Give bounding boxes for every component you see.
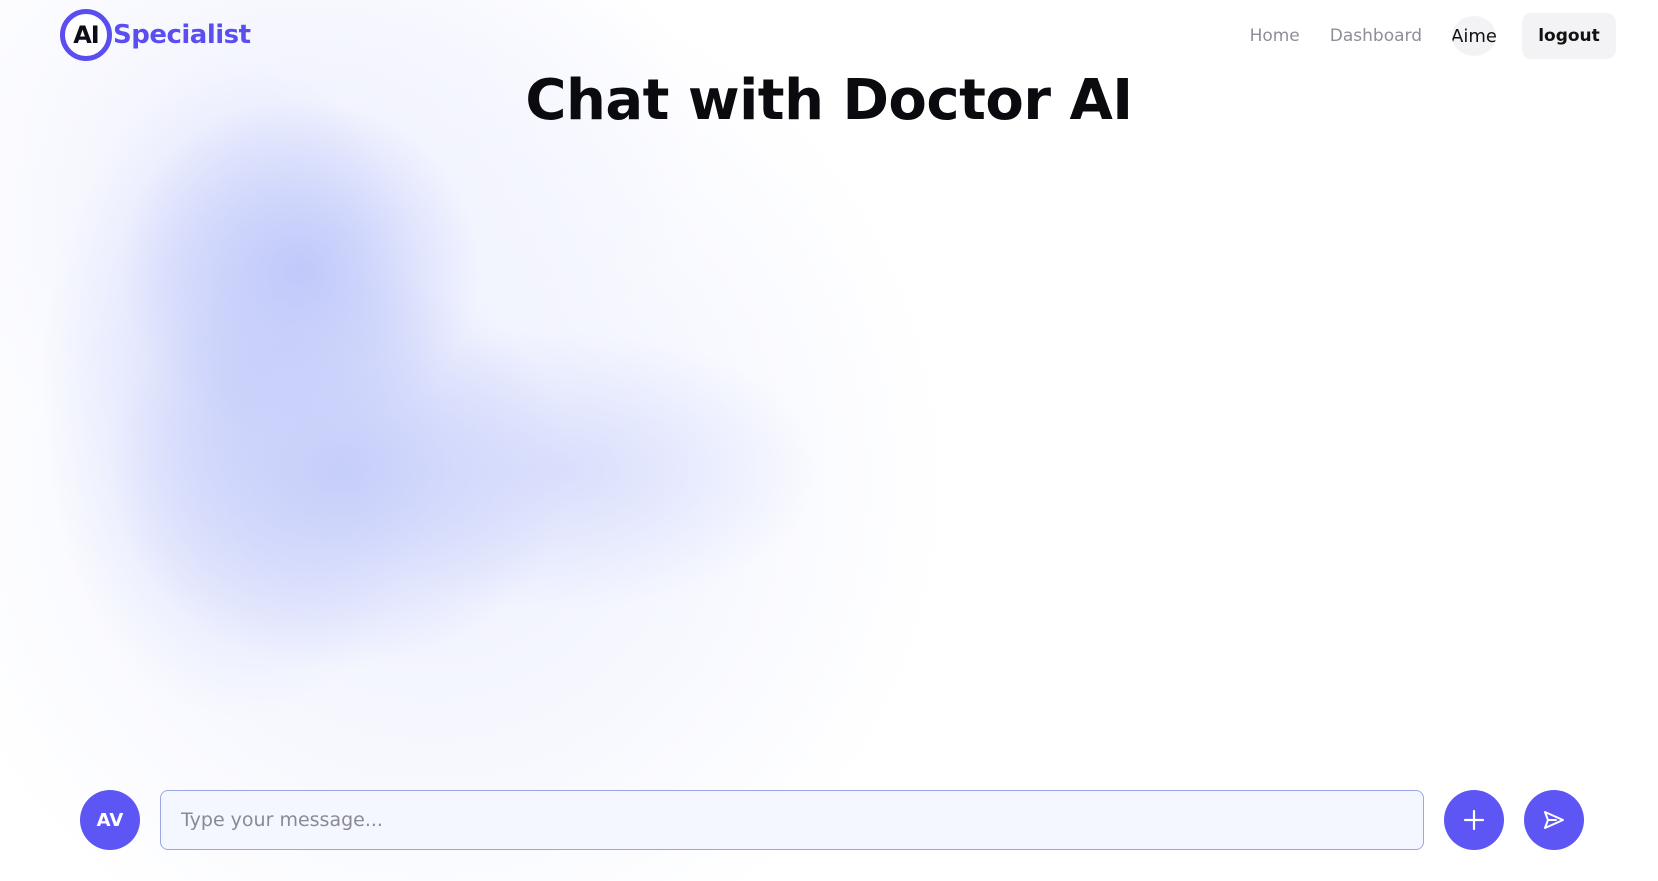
add-attachment-button[interactable] bbox=[1444, 790, 1504, 850]
logout-button[interactable]: logout bbox=[1522, 13, 1616, 59]
plus-icon bbox=[1463, 809, 1485, 831]
message-composer: AV bbox=[80, 790, 1590, 852]
chat-page: AI Specialist Home Dashboard Aime logout… bbox=[0, 0, 1658, 881]
nav-dashboard-link[interactable]: Dashboard bbox=[1330, 26, 1422, 46]
nav-home-link[interactable]: Home bbox=[1250, 26, 1300, 46]
logo-badge: AI bbox=[60, 9, 112, 61]
message-input[interactable] bbox=[160, 790, 1424, 850]
logo-badge-text: AI bbox=[73, 21, 99, 49]
send-icon bbox=[1544, 811, 1564, 829]
logo[interactable]: AI Specialist bbox=[60, 8, 251, 62]
page-title: Chat with Doctor AI bbox=[525, 68, 1133, 133]
send-button[interactable] bbox=[1524, 790, 1584, 850]
logo-text: Specialist bbox=[113, 20, 251, 50]
user-name-badge[interactable]: Aime bbox=[1452, 16, 1496, 56]
top-nav: Home Dashboard Aime logout bbox=[1250, 12, 1616, 60]
user-avatar: AV bbox=[80, 790, 140, 850]
